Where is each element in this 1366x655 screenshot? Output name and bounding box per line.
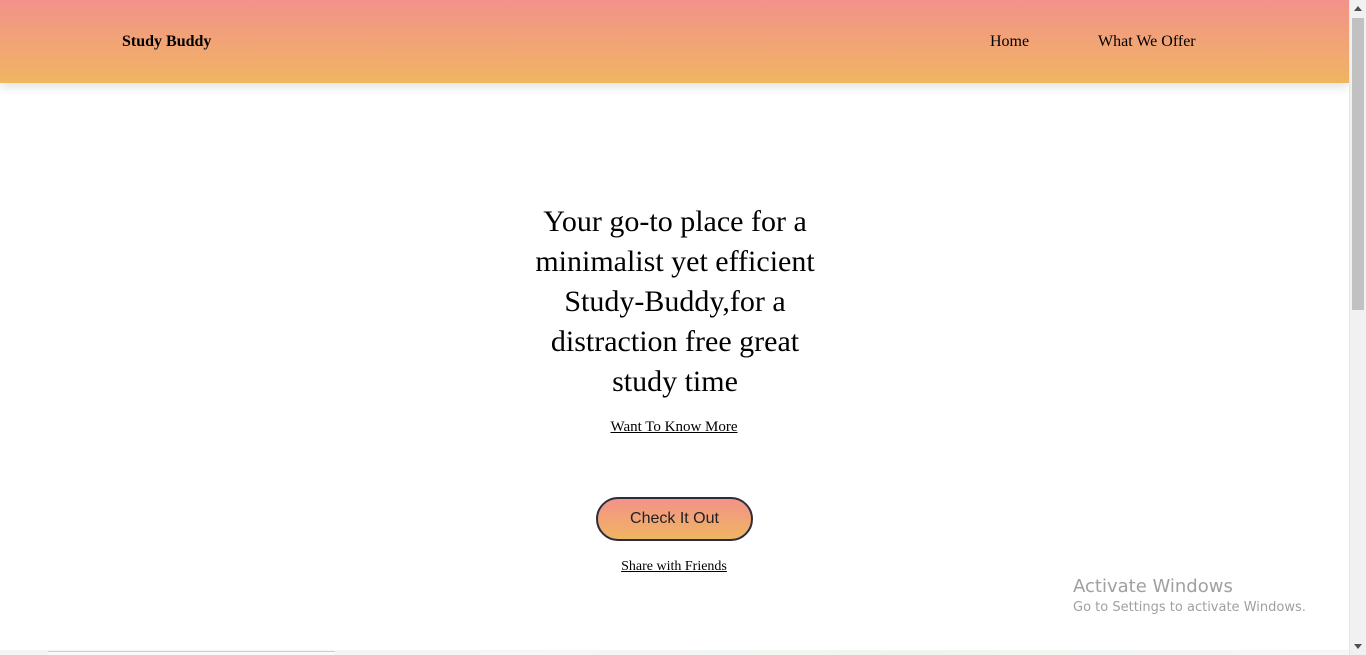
arrow-down-icon bbox=[1354, 644, 1362, 649]
want-to-know-more-link[interactable]: Want To Know More bbox=[574, 417, 774, 437]
brand-logo[interactable]: Study Buddy bbox=[122, 31, 211, 53]
share-with-friends-link[interactable]: Share with Friends bbox=[574, 558, 774, 576]
watermark-subtitle: Go to Settings to activate Windows. bbox=[1073, 600, 1306, 615]
bottom-edge-segment bbox=[480, 651, 1349, 655]
bottom-edge bbox=[0, 650, 1349, 655]
bottom-edge-segment bbox=[48, 651, 335, 655]
arrow-up-icon bbox=[1354, 6, 1362, 11]
watermark-title: Activate Windows bbox=[1073, 576, 1233, 597]
scroll-down-button[interactable] bbox=[1350, 638, 1366, 655]
browser-viewport: Study Buddy Home What We Offer Your go-t… bbox=[0, 0, 1349, 655]
vertical-scrollbar[interactable] bbox=[1349, 0, 1366, 655]
hero-title: Your go-to place for a minimalist yet ef… bbox=[535, 205, 815, 398]
scrollbar-thumb[interactable] bbox=[1352, 18, 1364, 310]
check-it-out-button[interactable]: Check It Out bbox=[596, 497, 753, 541]
nav-link-home[interactable]: Home bbox=[990, 31, 1029, 53]
scroll-up-button[interactable] bbox=[1350, 0, 1366, 17]
navbar: Study Buddy Home What We Offer bbox=[0, 0, 1349, 83]
nav-link-what-we-offer[interactable]: What We Offer bbox=[1098, 31, 1196, 53]
activate-windows-watermark: Activate Windows Go to Settings to activ… bbox=[1073, 575, 1306, 617]
